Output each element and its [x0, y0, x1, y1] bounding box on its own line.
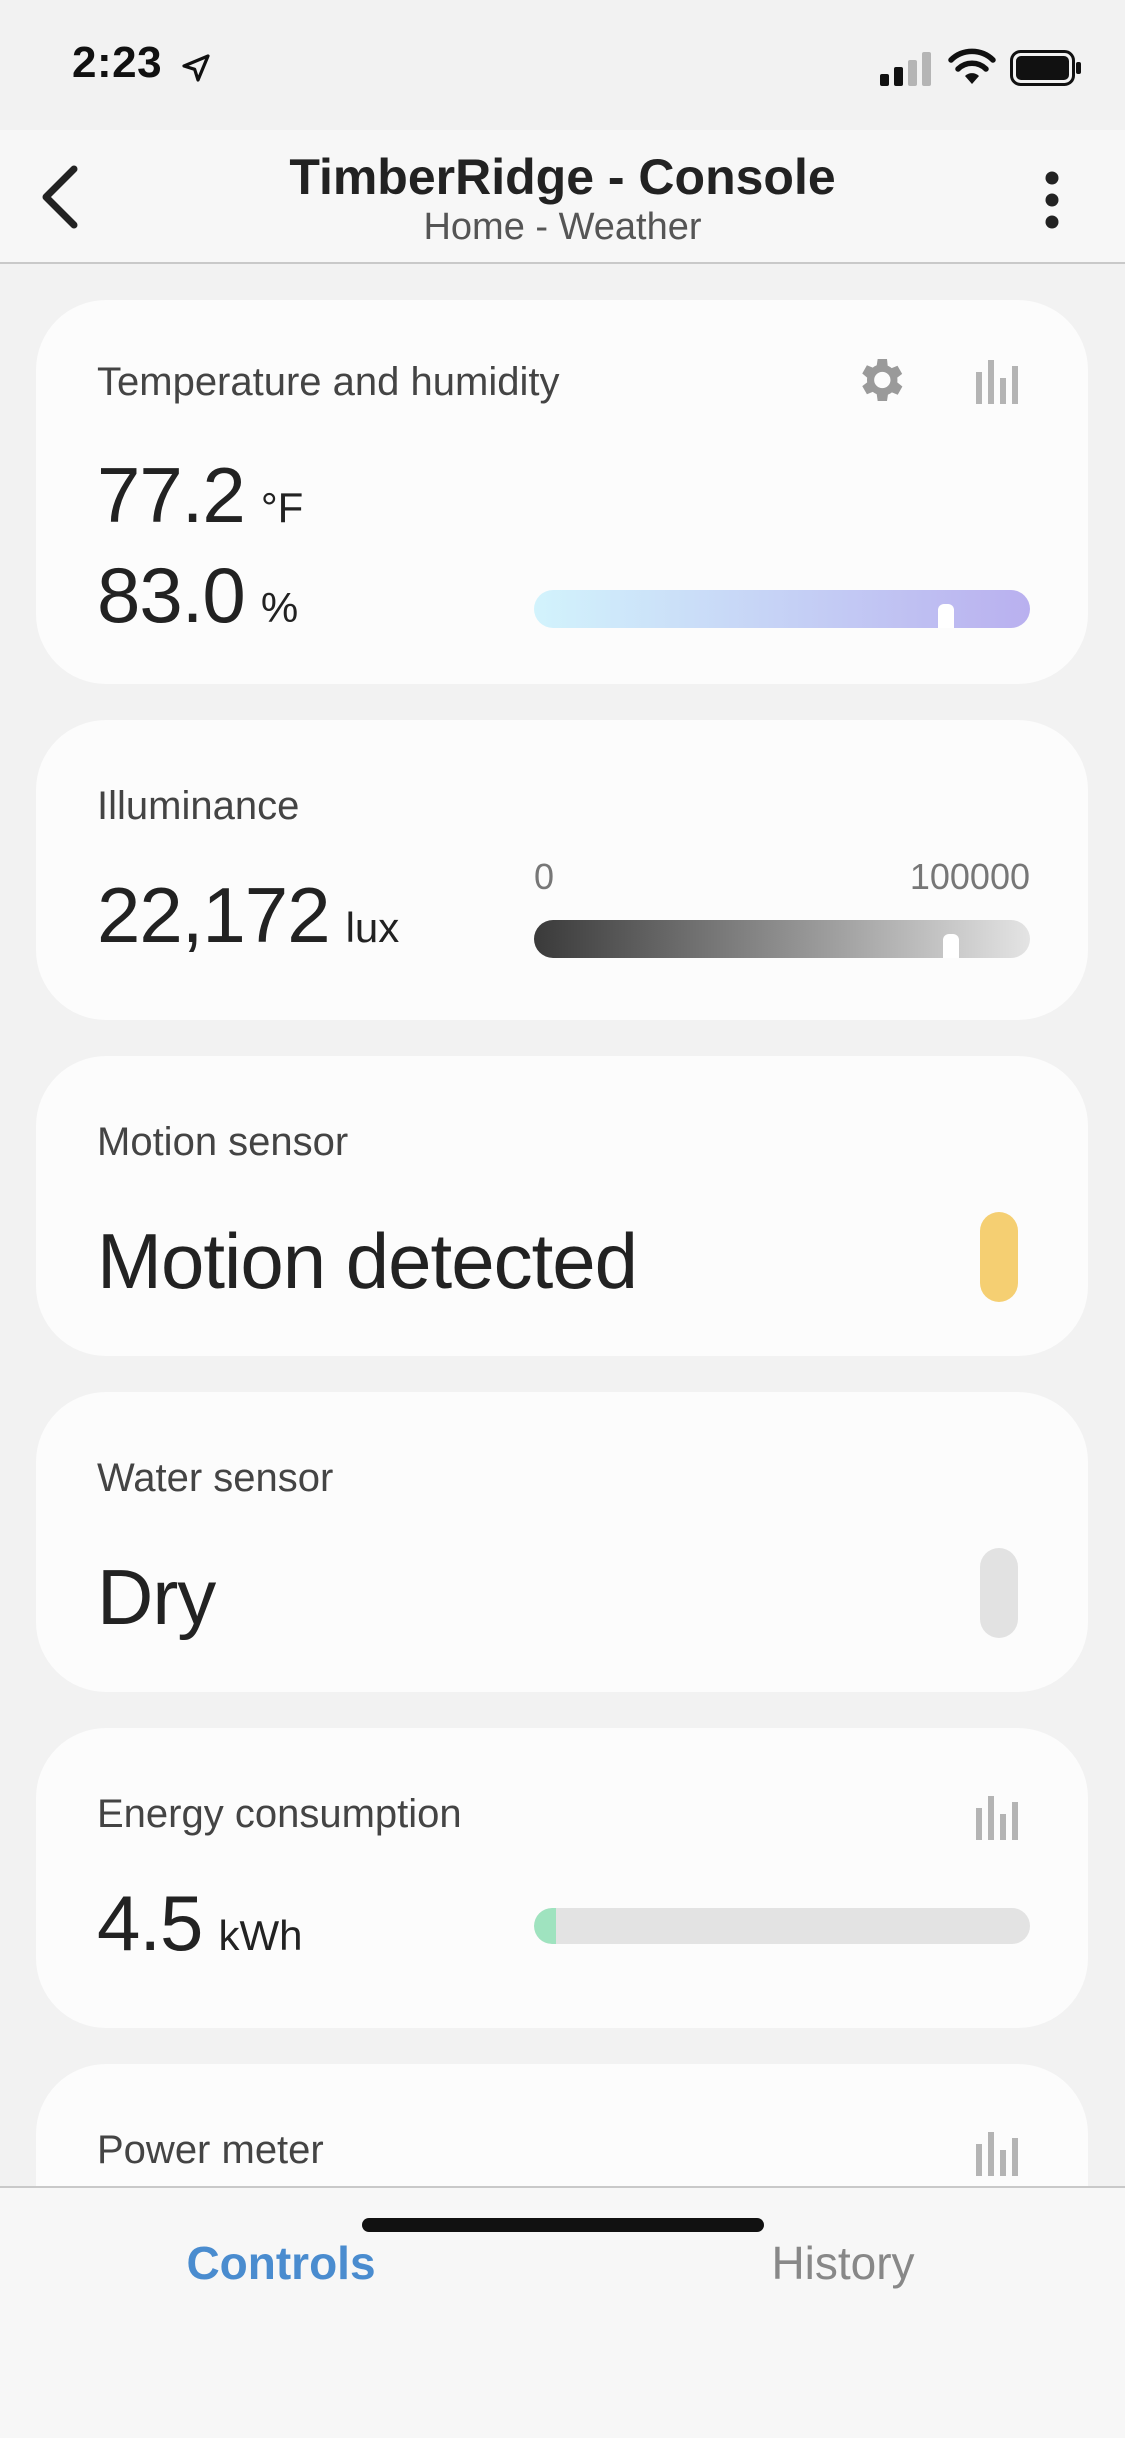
location-arrow-icon — [182, 54, 210, 82]
water-state: Dry — [97, 1553, 216, 1641]
page-subtitle: Home - Weather — [423, 206, 702, 248]
humidity-marker — [937, 604, 954, 628]
card-title: Motion sensor — [97, 1120, 349, 1164]
humidity-unit: % — [260, 584, 299, 631]
humidity-bar — [534, 590, 1030, 628]
water-sensor-card[interactable]: Water sensor Dry — [36, 1392, 1088, 1692]
energy-bar — [534, 1908, 1030, 1944]
energy-bar-fill — [534, 1908, 557, 1944]
settings-button[interactable] — [850, 350, 910, 410]
cellular-signal-icon — [880, 52, 931, 86]
motion-state: Motion detected — [97, 1217, 638, 1305]
gear-icon — [862, 359, 903, 401]
status-bar: 2:23 — [0, 0, 1125, 130]
scale-min-label: 0 — [534, 856, 555, 897]
humidity-value: 83.0% — [97, 551, 299, 639]
tab-controls[interactable]: Controls — [0, 2188, 562, 2338]
card-title: Energy consumption — [97, 1792, 462, 1836]
illuminance-value: 22,172 lux — [97, 871, 400, 959]
more-vertical-icon — [1045, 171, 1059, 229]
motion-status-indicator — [980, 1212, 1018, 1302]
status-time: 2:23 — [72, 38, 163, 87]
app-header: TimberRidge - Console Home - Weather — [0, 130, 1125, 264]
history-chart-button[interactable] — [968, 350, 1028, 410]
energy-value: 4.5 kWh — [97, 1879, 303, 1967]
temperature-humidity-card[interactable]: Temperature and humidity 77.2 °F 83.0% — [36, 300, 1088, 684]
card-title: Water sensor — [97, 1456, 334, 1500]
temperature-unit: °F — [260, 484, 304, 531]
illuminance-card[interactable]: Illuminance 22,172 lux 0 100000 — [36, 720, 1088, 1020]
page-title: TimberRidge - Console — [289, 149, 836, 205]
history-chart-button[interactable] — [968, 1786, 1028, 1846]
motion-sensor-card[interactable]: Motion sensor Motion detected — [36, 1056, 1088, 1356]
home-indicator — [362, 2218, 764, 2232]
illuminance-bar — [534, 920, 1030, 958]
temperature-value: 77.2 °F — [97, 451, 304, 539]
energy-consumption-card[interactable]: Energy consumption 4.5 kWh — [36, 1728, 1088, 2028]
bar-chart-icon — [976, 2132, 1018, 2176]
more-options-button[interactable] — [1020, 160, 1084, 240]
energy-unit: kWh — [218, 1912, 303, 1959]
device-list: Temperature and humidity 77.2 °F 83.0% Il… — [0, 264, 1125, 2186]
illuminance-marker — [942, 934, 959, 958]
card-title: Power meter — [97, 2128, 324, 2172]
card-title: Temperature and humidity — [97, 360, 560, 404]
scale-max-label: 100000 — [909, 856, 1030, 897]
power-meter-card[interactable]: Power meter — [36, 2064, 1088, 2186]
wifi-icon — [948, 48, 996, 84]
tab-history[interactable]: History — [562, 2188, 1124, 2338]
bar-chart-icon — [976, 1796, 1018, 1840]
illuminance-unit: lux — [345, 904, 400, 951]
water-status-indicator — [980, 1548, 1018, 1638]
battery-icon — [1010, 50, 1081, 86]
bar-chart-icon — [976, 360, 1018, 404]
history-chart-button[interactable] — [968, 2122, 1028, 2182]
card-title: Illuminance — [97, 784, 300, 828]
